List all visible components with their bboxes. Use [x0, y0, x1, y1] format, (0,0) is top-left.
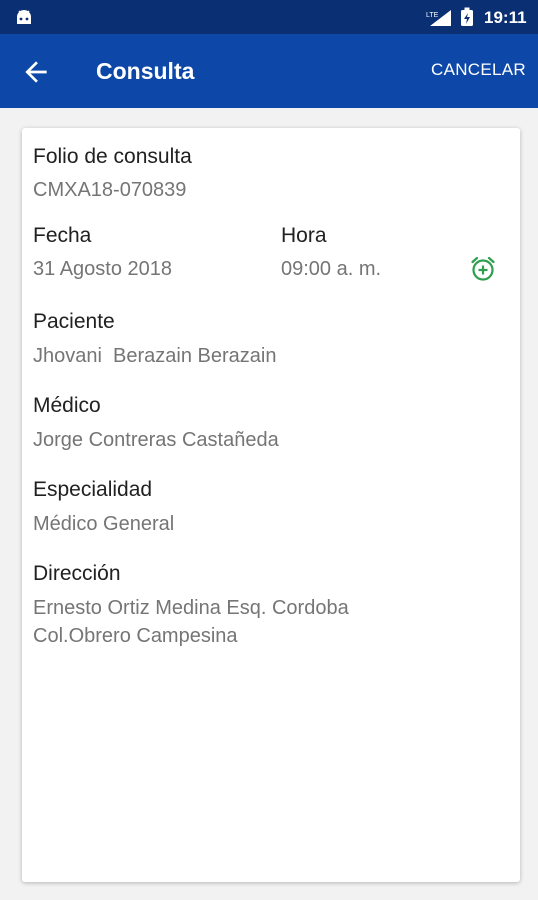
- direccion-line1: Ernesto Ortiz Medina Esq. Cordoba: [33, 597, 349, 619]
- network-type-label: LTE: [426, 12, 439, 19]
- paciente-label: Paciente: [33, 310, 115, 333]
- alarm-add-icon[interactable]: [470, 256, 496, 282]
- especialidad-value: Médico General: [33, 513, 175, 535]
- medico-label: Médico: [33, 394, 101, 417]
- medico-value: Jorge Contreras Castañeda: [33, 429, 279, 451]
- cancel-button[interactable]: CANCELAR: [431, 60, 526, 80]
- hora-label: Hora: [281, 224, 327, 247]
- android-icon: [17, 10, 31, 24]
- especialidad-label: Especialidad: [33, 478, 153, 501]
- status-bar: LTE 19:11: [0, 0, 538, 34]
- fecha-value: 31 Agosto 2018: [33, 258, 173, 280]
- app-bar: Consulta CANCELAR: [0, 34, 538, 108]
- back-arrow-icon[interactable]: [20, 56, 52, 88]
- folio-value: CMXA18-070839: [33, 179, 187, 201]
- direccion-line2: Col.Obrero Campesina: [33, 625, 238, 647]
- folio-label: Folio de consulta: [33, 145, 192, 168]
- status-time: 19:11: [484, 8, 527, 27]
- direccion-label: Dirección: [33, 562, 121, 585]
- hora-value: 09:00 a. m.: [281, 258, 382, 280]
- fecha-label: Fecha: [33, 224, 92, 247]
- consulta-card: Folio de consulta CMXA18-070839 Fecha 31…: [22, 128, 520, 882]
- battery-icon: [461, 7, 473, 26]
- page-title: Consulta: [96, 58, 195, 84]
- signal-icon: LTE: [426, 10, 451, 26]
- paciente-value: Jhovani Berazain Berazain: [33, 345, 277, 367]
